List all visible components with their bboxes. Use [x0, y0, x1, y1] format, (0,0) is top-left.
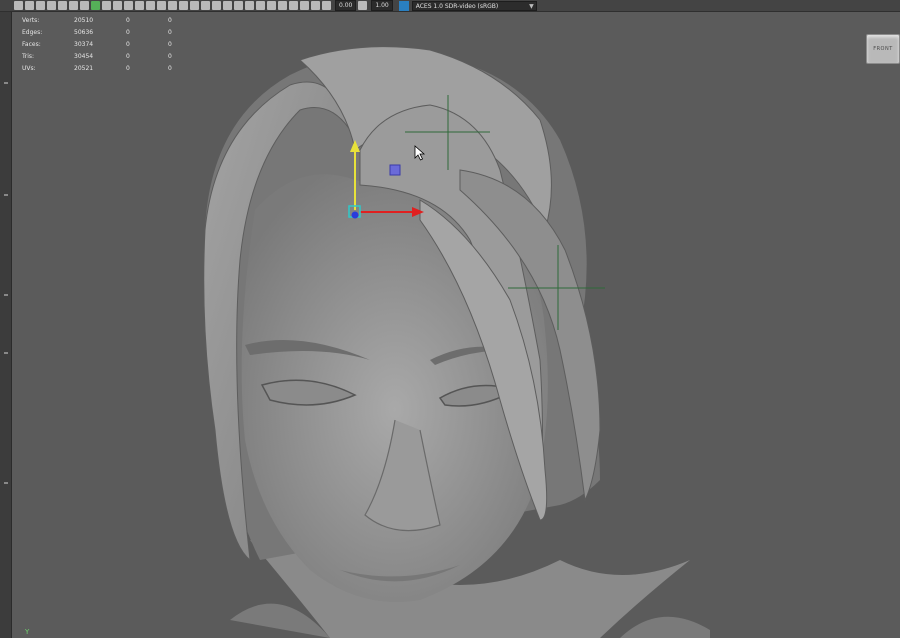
mouse-cursor-icon [414, 145, 426, 161]
hud-selected: 0 [126, 40, 130, 48]
hud-row-uvs: UVs: 20521 0 0 [22, 62, 198, 74]
hud-label: Faces: [22, 40, 41, 48]
hud-selected-tris: 0 [168, 16, 172, 24]
hud-selected: 0 [126, 64, 130, 72]
hud-selected-tris: 0 [168, 64, 172, 72]
hud-selected: 0 [126, 52, 130, 60]
view-cube-face-label: FRONT [873, 46, 893, 52]
z-axis-handle[interactable] [351, 211, 359, 219]
selected-vertex-marker[interactable] [389, 164, 401, 176]
hud-selected: 0 [126, 28, 130, 36]
hud-selected-tris: 0 [168, 40, 172, 48]
hud-row-tris: Tris: 30454 0 0 [22, 50, 198, 62]
hud-label: Edges: [22, 28, 43, 36]
hud-label: Tris: [22, 52, 35, 60]
hud-label: UVs: [22, 64, 36, 72]
hud-selected-tris: 0 [168, 52, 172, 60]
hud-selected-tris: 0 [168, 28, 172, 36]
hud-row-edges: Edges: 50636 0 0 [22, 26, 198, 38]
hud-total: 20521 [74, 64, 94, 72]
hud-total: 30374 [74, 40, 94, 48]
hud-total: 30454 [74, 52, 94, 60]
hud-total: 20510 [74, 16, 94, 24]
hud-total: 50636 [74, 28, 94, 36]
hud-row-faces: Faces: 30374 0 0 [22, 38, 198, 50]
hud-label: Verts: [22, 16, 40, 24]
hud-selected: 0 [126, 16, 130, 24]
viewport-3d[interactable] [0, 0, 900, 638]
hud-row-verts: Verts: 20510 0 0 [22, 14, 198, 26]
view-cube[interactable]: FRONT [866, 34, 900, 64]
poly-count-hud: Verts: 20510 0 0 Edges: 50636 0 0 Faces:… [22, 14, 198, 74]
axis-indicator-y: Y [25, 628, 30, 636]
